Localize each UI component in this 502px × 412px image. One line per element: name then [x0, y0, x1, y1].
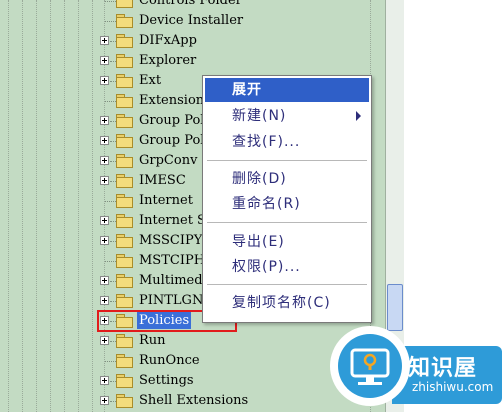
menu-item-rename[interactable]: 重命名(R) [205, 192, 369, 216]
tree-item-label: Group Pol [139, 113, 205, 128]
menu-item-permissions[interactable]: 权限(P)... [205, 255, 369, 279]
expand-plus-icon[interactable] [100, 116, 109, 125]
menu-separator [207, 160, 367, 162]
tree-connector [105, 21, 116, 22]
menu-item-export[interactable]: 导出(E) [205, 230, 369, 254]
folder-icon [116, 54, 133, 68]
expand-plus-icon[interactable] [100, 136, 109, 145]
expand-plus-icon[interactable] [100, 376, 109, 385]
tree-item-label: IMESC [139, 173, 186, 188]
watermark-logo: 知识屋 zhishiwu.com [332, 320, 502, 412]
tree-connector [105, 361, 116, 362]
tree-item-label: Controls Folder [139, 0, 242, 8]
tree-item-label: Shell Extensions [139, 393, 249, 408]
submenu-arrow-icon [356, 111, 361, 121]
watermark-monitor-icon [338, 334, 402, 398]
menu-item-delete[interactable]: 删除(D) [205, 167, 369, 191]
folder-icon [116, 0, 133, 8]
tree-item-label: Run [139, 333, 166, 348]
tree-item-label: Ext [139, 73, 162, 88]
folder-icon [116, 174, 133, 188]
tree-row[interactable]: DIFxApp [100, 31, 385, 51]
expand-plus-icon[interactable] [100, 76, 109, 85]
folder-icon [116, 114, 133, 128]
expand-plus-icon[interactable] [100, 56, 109, 65]
tree-item-label: DIFxApp [139, 33, 197, 48]
tree-item-label: Device Installer [139, 13, 244, 28]
menu-separator [207, 222, 367, 224]
tree-connector [105, 101, 116, 102]
tree-item-label: MSSCIPY [139, 233, 203, 248]
tree-item-label: GrpConv [139, 153, 198, 168]
folder-icon [116, 154, 133, 168]
tree-guide-line [50, 0, 51, 412]
tree-guide-line [36, 0, 37, 412]
tree-item-label: RunOnce [139, 353, 200, 368]
expand-plus-icon[interactable] [100, 176, 109, 185]
expand-plus-icon[interactable] [100, 156, 109, 165]
folder-icon [116, 194, 133, 208]
folder-icon [116, 14, 133, 28]
tree-item-label: MSTCIPH [139, 253, 206, 268]
folder-icon [116, 234, 133, 248]
folder-icon [116, 74, 133, 88]
tree-connector [105, 1, 116, 2]
folder-icon [116, 274, 133, 288]
folder-icon [116, 214, 133, 228]
expand-plus-icon[interactable] [100, 36, 109, 45]
menu-item-new[interactable]: 新建(N) [205, 104, 369, 128]
tree-guide-line [8, 0, 9, 412]
tree-guide-line [64, 0, 65, 412]
expand-plus-icon[interactable] [100, 336, 109, 345]
tree-item-label: Settings [139, 373, 194, 388]
expand-plus-icon[interactable] [100, 296, 109, 305]
expand-plus-icon[interactable] [100, 216, 109, 225]
folder-icon [116, 354, 133, 368]
folder-icon [116, 334, 133, 348]
menu-item-expand[interactable]: 展开 [205, 78, 369, 102]
expand-plus-icon[interactable] [100, 396, 109, 405]
tree-guide-line [78, 0, 79, 412]
tree-connector [105, 201, 116, 202]
tree-row[interactable]: Controls Folder [100, 0, 385, 11]
menu-item-copy-key-name[interactable]: 复制项名称(C) [205, 291, 369, 315]
folder-icon [116, 394, 133, 408]
menu-item-find[interactable]: 查找(F)... [205, 130, 369, 154]
watermark-subtitle: zhishiwu.com [412, 380, 494, 394]
watermark-title: 知识屋 [408, 356, 478, 381]
folder-icon [116, 254, 133, 268]
folder-icon [116, 34, 133, 48]
folder-icon [116, 374, 133, 388]
tree-connector [105, 261, 116, 262]
tree-item-label: Group Pol [139, 133, 205, 148]
folder-icon [116, 134, 133, 148]
menu-separator [207, 284, 367, 286]
tree-row[interactable]: Explorer [100, 51, 385, 71]
tree-guide-line [92, 0, 93, 412]
expand-plus-icon[interactable] [100, 276, 109, 285]
tree-item-label: Internet [139, 193, 193, 208]
tree-item-label: Explorer [139, 53, 197, 68]
tree-item-label: PINTLGN [139, 293, 204, 308]
tree-guide-line [22, 0, 23, 412]
tree-row[interactable]: Device Installer [100, 11, 385, 31]
expand-plus-icon[interactable] [100, 236, 109, 245]
menu-item-new-label: 新建(N) [232, 108, 287, 124]
folder-icon [116, 94, 133, 108]
context-menu: 展开 新建(N) 查找(F)... 删除(D) 重命名(R) 导出(E) 权限(… [202, 75, 372, 323]
folder-icon [116, 294, 133, 308]
